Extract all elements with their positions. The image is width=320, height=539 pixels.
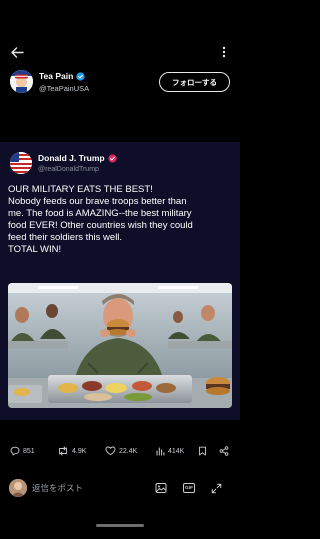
text-line: me. The food is AMAZING--the best milita… [8, 208, 192, 220]
author-avatar[interactable] [10, 70, 33, 93]
share-button[interactable] [219, 446, 229, 456]
arrow-left-icon [10, 46, 24, 58]
quoted-author-avatar [10, 152, 32, 174]
reply-composer: GIF [0, 473, 240, 507]
text-line: feed their soldiers this well. [8, 232, 123, 244]
views-button[interactable]: 414K [155, 446, 184, 456]
text-line: TOTAL WIN! [8, 244, 62, 256]
heart-icon [105, 446, 116, 456]
quoted-author-name: Donald J. Trump [38, 153, 117, 163]
speech-bubble-icon [10, 446, 20, 456]
text-line: OUR MILITARY EATS THE BEST! [8, 184, 153, 195]
reply-count: 851 [23, 447, 35, 455]
author-handle: @TeaPainUSA [39, 84, 90, 93]
like-button[interactable]: 22.4K [105, 446, 137, 456]
home-indicator [96, 524, 144, 527]
repost-button[interactable]: 4.9K [57, 446, 86, 456]
repost-count: 4.9K [72, 447, 87, 455]
verified-badge-icon [107, 153, 117, 163]
back-button[interactable] [8, 44, 26, 60]
post-media[interactable]: Donald J. Trump @realDonaldTrump OUR MIL… [0, 142, 240, 420]
more-vertical-icon [222, 46, 226, 58]
quoted-post-text: OUR MILITARY EATS THE BEST! Nobody feeds… [8, 184, 234, 257]
quoted-author-handle: @realDonaldTrump [38, 166, 99, 173]
image-icon [155, 483, 167, 493]
views-count: 414K [168, 447, 185, 455]
bar-chart-icon [156, 447, 165, 456]
post-author: Tea Pain @TeaPainUSA フォローする [0, 68, 240, 104]
author-name[interactable]: Tea Pain [39, 71, 85, 81]
gif-button[interactable]: GIF [182, 481, 196, 495]
reply-input[interactable] [32, 483, 142, 493]
follow-button[interactable]: フォローする [159, 72, 230, 92]
text-line: food EVER! Other countries wish they cou… [8, 220, 193, 232]
expand-composer-button[interactable] [209, 481, 223, 495]
like-count: 22.4K [119, 447, 138, 455]
text-line: Nobody feeds our brave troops better tha… [8, 196, 187, 208]
user-avatar [9, 479, 27, 497]
repost-icon [59, 446, 67, 456]
expand-icon [211, 483, 221, 493]
more-options-button[interactable] [218, 44, 230, 60]
image-button[interactable] [154, 481, 168, 495]
post-actions: 851 4.9K 22.4K 414K [0, 444, 240, 462]
reply-button[interactable]: 851 [10, 446, 35, 456]
gif-icon: GIF [183, 483, 195, 493]
share-icon [219, 446, 229, 456]
top-bar [0, 0, 240, 66]
verified-badge-icon [76, 71, 85, 81]
mess-hall-photo [8, 283, 232, 408]
bookmark-icon [199, 446, 206, 456]
bookmark-button[interactable] [198, 446, 207, 456]
